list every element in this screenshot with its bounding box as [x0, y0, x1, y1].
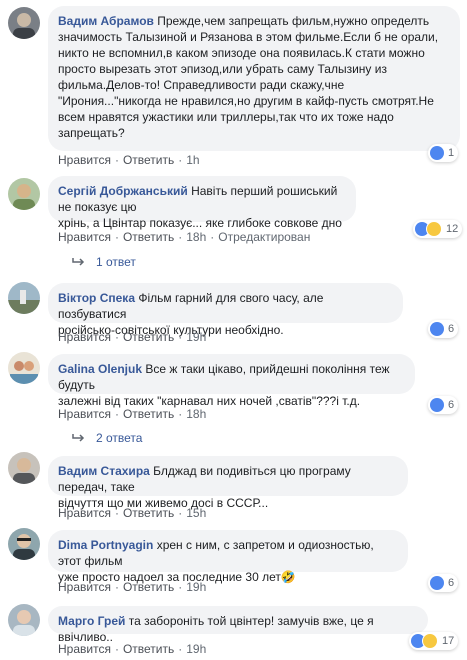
reply-button[interactable]: Ответить: [123, 230, 174, 244]
avatar-photo-icon: [13, 13, 35, 39]
avatar[interactable]: [8, 282, 40, 314]
like-icon: [430, 398, 444, 412]
comment-author[interactable]: Віктор Спека: [58, 291, 135, 305]
reply-button[interactable]: Ответить: [123, 153, 174, 167]
avatar[interactable]: [8, 7, 40, 39]
timestamp[interactable]: 19h: [186, 330, 206, 344]
like-icon: [430, 146, 444, 160]
replies-count-label: 2 ответа: [96, 431, 143, 445]
comment-author[interactable]: Марго Грей: [58, 614, 125, 628]
avatar-photo-icon: [13, 458, 35, 484]
reaction-count[interactable]: 12: [413, 220, 463, 238]
reply-button[interactable]: Ответить: [123, 642, 174, 656]
comment-bubble: Вадим Абрамов Прежде,чем запрещать фильм…: [48, 6, 460, 151]
comment-actions: Нравится · Ответить · 19h: [58, 642, 207, 656]
comment-text-line: хрінь, а Цвінтар показує... яке глибоке …: [58, 216, 342, 230]
reaction-count[interactable]: 6: [428, 574, 459, 592]
comment-actions: Нравится · Ответить · 1h: [58, 153, 200, 167]
reaction-count[interactable]: 1: [428, 144, 459, 162]
avatar-photo-icon: [13, 610, 35, 636]
avatar-photo-icon: [8, 290, 40, 314]
comment-actions: Нравится · Ответить · 18h: [58, 407, 207, 421]
comment-bubble: Galina Olenjuk Все ж таки цікаво, прийде…: [48, 354, 415, 408]
like-button[interactable]: Нравится: [58, 330, 111, 344]
comment-author[interactable]: Вадим Стахира: [58, 464, 150, 478]
avatar[interactable]: [8, 452, 40, 484]
reaction-count[interactable]: 6: [428, 320, 459, 338]
avatar-photo-icon: [13, 184, 35, 210]
avatar[interactable]: [8, 352, 40, 384]
comment-bubble: Марго Грей та забороніть той цвінтер! за…: [48, 606, 428, 644]
reaction-count-value: 6: [448, 577, 455, 589]
like-icon: [430, 576, 444, 590]
haha-icon: [422, 633, 438, 649]
timestamp[interactable]: 18h: [186, 230, 206, 244]
comment-text-line: "Ирония..."никогда не нравился,но другим…: [58, 94, 434, 108]
comment-bubble: Dima Portnyagin хрен с ним, с запретом и…: [48, 530, 408, 584]
comment-bubble: Віктор Спека Фільм гарний для свого часу…: [48, 283, 403, 337]
haha-icon: [426, 221, 442, 237]
comment-author[interactable]: Dima Portnyagin: [58, 538, 153, 552]
like-button[interactable]: Нравится: [58, 580, 111, 594]
comment-text-line: Прежде,чем запрещать фильм,нужно определ…: [157, 14, 430, 28]
timestamp[interactable]: 19h: [186, 642, 206, 656]
comment-actions: Нравится · Ответить · 19h: [58, 330, 207, 344]
comment-text-line: залежні від таких "карнавал них ночей ,с…: [58, 394, 361, 408]
comment-text-line: никто не вспомнил,в каком эпизоде она по…: [58, 46, 425, 60]
reply-button[interactable]: Ответить: [123, 580, 174, 594]
reaction-count-value: 1: [448, 147, 455, 159]
comment-actions: Нравится · Ответить · 18h · Отредактирован: [58, 230, 311, 244]
comment-bubble: Вадим Стахира Блджад ви подивіться цю пр…: [48, 456, 408, 510]
view-replies-link[interactable]: 2 ответа: [72, 431, 142, 445]
comment-text-line: просто вырезать этот эпизод,или убрать с…: [58, 62, 387, 76]
reply-arrow-icon: [72, 434, 85, 442]
comment-bubble: Сергій Добржанський Навіть перший рошись…: [48, 176, 356, 230]
comment-actions: Нравится · Ответить · 19h: [58, 580, 207, 594]
reply-button[interactable]: Ответить: [123, 506, 174, 520]
like-button[interactable]: Нравится: [58, 230, 111, 244]
replies-count-label: 1 ответ: [96, 255, 136, 269]
comment-actions: Нравится · Ответить · 15h: [58, 506, 207, 520]
edited-label[interactable]: Отредактирован: [218, 230, 310, 244]
like-button[interactable]: Нравится: [58, 506, 111, 520]
like-button[interactable]: Нравится: [58, 407, 111, 421]
timestamp[interactable]: 1h: [186, 153, 199, 167]
reaction-count-value: 12: [446, 223, 459, 235]
timestamp[interactable]: 19h: [186, 580, 206, 594]
reply-button[interactable]: Ответить: [123, 407, 174, 421]
comment-text-line: фильма.Делов-то! Справедливости ради ска…: [58, 78, 345, 92]
avatar[interactable]: [8, 178, 40, 210]
reaction-count-value: 6: [448, 323, 455, 335]
comment-text-line: значимость Талызиной и Рязанова в этом ф…: [58, 30, 439, 44]
view-replies-link[interactable]: 1 ответ: [72, 255, 136, 269]
comment-text-line: запрещать?: [58, 126, 125, 140]
avatar-photo-icon: [10, 361, 38, 384]
reply-arrow-icon: [72, 258, 85, 266]
comment-author[interactable]: Вадим Абрамов: [58, 14, 154, 28]
avatar-photo-icon: [13, 534, 35, 560]
reaction-count[interactable]: 6: [428, 396, 459, 414]
comment-text-line: всем нравятся ужастики или триллеры,так …: [58, 110, 394, 124]
reaction-count-value: 6: [448, 399, 455, 411]
reply-button[interactable]: Ответить: [123, 330, 174, 344]
comment-author[interactable]: Сергій Добржанський: [58, 184, 188, 198]
avatar[interactable]: [8, 604, 40, 636]
timestamp[interactable]: 18h: [186, 407, 206, 421]
reaction-count-value: 17: [442, 635, 455, 647]
timestamp[interactable]: 15h: [186, 506, 206, 520]
like-icon: [430, 322, 444, 336]
avatar[interactable]: [8, 528, 40, 560]
comment-author[interactable]: Galina Olenjuk: [58, 362, 142, 376]
like-button[interactable]: Нравится: [58, 153, 111, 167]
like-button[interactable]: Нравится: [58, 642, 111, 656]
reaction-count[interactable]: 17: [409, 632, 459, 650]
